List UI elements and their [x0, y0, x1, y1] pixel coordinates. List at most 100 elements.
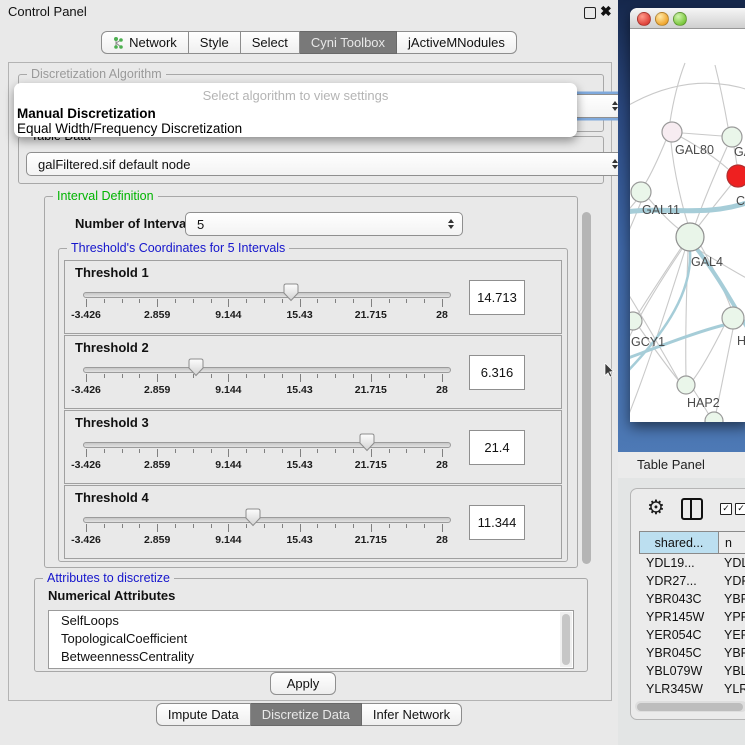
table-row[interactable]: YBR043CYBR0 [639, 590, 745, 608]
table-row[interactable]: YDL19...YDL1 [639, 554, 745, 572]
network-window-titlebar[interactable] [630, 8, 745, 29]
tick-mark [353, 299, 354, 303]
table-row[interactable]: YBR045CYBR0 [639, 644, 745, 662]
slider-thumb[interactable] [283, 283, 299, 302]
threshold-label: Threshold 3 [75, 415, 149, 430]
table-row[interactable]: YDR27...YDR2 [639, 572, 745, 590]
dropdown-option-equal-width[interactable]: Equal Width/Frequency Discretization [17, 121, 242, 136]
tick-label: -3.426 [71, 384, 101, 396]
tab-label: Impute Data [168, 707, 239, 722]
tick-mark [282, 374, 283, 378]
column-header-name[interactable]: n [719, 532, 745, 553]
gear-icon[interactable]: ⚙ [647, 495, 665, 520]
network-edge [630, 201, 636, 227]
checkbox-icon[interactable]: ✓ [720, 503, 732, 515]
tick-mark [211, 299, 212, 303]
tick-label: 21.715 [355, 459, 387, 471]
tick-mark [86, 449, 87, 457]
columns-icon[interactable] [681, 498, 703, 520]
tick-label: -3.426 [71, 459, 101, 471]
float-window-icon[interactable] [584, 7, 596, 19]
tick-label: 2.859 [144, 384, 170, 396]
threshold-value-field[interactable]: 21.4 [469, 430, 525, 465]
tick-mark [406, 374, 407, 378]
dropdown-option-manual[interactable]: Manual Discretization [17, 106, 156, 121]
network-node-h[interactable] [722, 307, 744, 329]
slider-thumb[interactable] [359, 433, 375, 452]
tick-label: 28 [436, 534, 448, 546]
table-panel-title: Table Panel [637, 457, 705, 472]
tick-mark [104, 449, 105, 453]
algorithm-dropdown-popup: Select algorithm to view settings Manual… [14, 83, 577, 137]
network-edge [695, 147, 727, 225]
table-row[interactable]: YBL079WYBL0 [639, 662, 745, 680]
table-data-combobox[interactable]: galFiltered.sif default node [26, 152, 627, 176]
interval-definition-title: Interval Definition [53, 189, 158, 203]
tab-select[interactable]: Select [241, 31, 300, 54]
attribute-item-selfloops[interactable]: SelfLoops [49, 611, 573, 629]
attribute-item-topologicalcoefficient[interactable]: TopologicalCoefficient [49, 629, 573, 647]
horizontal-scrollbar-thumb[interactable] [637, 703, 743, 711]
table-row[interactable]: YPR145WYPR1 [639, 608, 745, 626]
slider-ticks: -3.4262.8599.14415.4321.71528 [86, 299, 442, 323]
list-scrollbar-thumb[interactable] [562, 614, 570, 665]
tab-style[interactable]: Style [189, 31, 241, 54]
network-node-gal80[interactable] [662, 122, 682, 142]
tick-mark [264, 374, 265, 378]
tick-mark [175, 374, 176, 378]
tick-mark [139, 524, 140, 528]
tick-mark [193, 449, 194, 453]
slider-track[interactable] [83, 367, 451, 373]
close-traffic-light[interactable] [637, 12, 651, 26]
slider-track[interactable] [83, 442, 451, 448]
num-intervals-combobox[interactable]: 5 [185, 212, 463, 236]
network-node-ga[interactable] [722, 127, 742, 147]
tick-mark [424, 449, 425, 453]
cell-shared-name: YPR145W [639, 610, 717, 624]
attribute-item-betweennesscentrality[interactable]: BetweennessCentrality [49, 647, 573, 665]
threshold-value-field[interactable]: 14.713 [469, 280, 525, 315]
tab-label: Style [200, 35, 229, 50]
network-node-gal11[interactable] [631, 182, 651, 202]
threshold-value-field[interactable]: 11.344 [469, 505, 525, 540]
table-panel-titlebar: Table Panel [618, 452, 745, 479]
tick-mark [193, 299, 194, 303]
cell-shared-name: YLR345W [639, 682, 717, 696]
tab-cyni-toolbox[interactable]: Cyni Toolbox [300, 31, 397, 54]
num-intervals-value: 5 [197, 217, 204, 232]
tick-mark [424, 299, 425, 303]
apply-button[interactable]: Apply [270, 672, 336, 695]
network-node-c[interactable] [727, 165, 745, 187]
column-header-shared-name[interactable]: shared... [640, 532, 719, 553]
network-canvas[interactable]: GAL80GACGAL11GAL4GCY1HHAP2 [630, 29, 745, 422]
tab-jactivemnodules[interactable]: jActiveMNodules [397, 31, 517, 54]
threshold-value-field[interactable]: 6.316 [469, 355, 525, 390]
minimize-traffic-light[interactable] [655, 12, 669, 26]
tick-mark [300, 374, 301, 382]
tick-mark [371, 299, 372, 307]
slider-track[interactable] [83, 517, 451, 523]
network-node-label: GCY1 [631, 335, 665, 349]
tab-discretize-data[interactable]: Discretize Data [251, 703, 362, 726]
slider-track[interactable] [83, 292, 451, 298]
close-icon[interactable]: ✖ [600, 3, 612, 20]
table-row[interactable]: YLR345WYLR3 [639, 680, 745, 697]
network-node-hap2[interactable] [677, 376, 695, 394]
tab-label: Cyni Toolbox [311, 35, 385, 50]
slider-thumb[interactable] [245, 508, 261, 527]
tab-infer-network[interactable]: Infer Network [362, 703, 462, 726]
zoom-traffic-light[interactable] [673, 12, 687, 26]
tick-mark [246, 374, 247, 378]
tick-mark [104, 524, 105, 528]
tick-mark [353, 449, 354, 453]
checkbox-icon[interactable]: ✓ [735, 503, 745, 515]
network-node-gal4[interactable] [676, 223, 704, 251]
tab-impute-data[interactable]: Impute Data [156, 703, 251, 726]
cell-shared-name: YBR045C [639, 646, 717, 660]
slider-thumb[interactable] [188, 358, 204, 377]
table-row[interactable]: YER054CYER0 [639, 626, 745, 644]
tick-mark [246, 449, 247, 453]
network-node-gcy1[interactable] [630, 312, 642, 330]
tab-network[interactable]: Network [101, 31, 189, 54]
vertical-scrollbar-thumb[interactable] [582, 212, 591, 564]
